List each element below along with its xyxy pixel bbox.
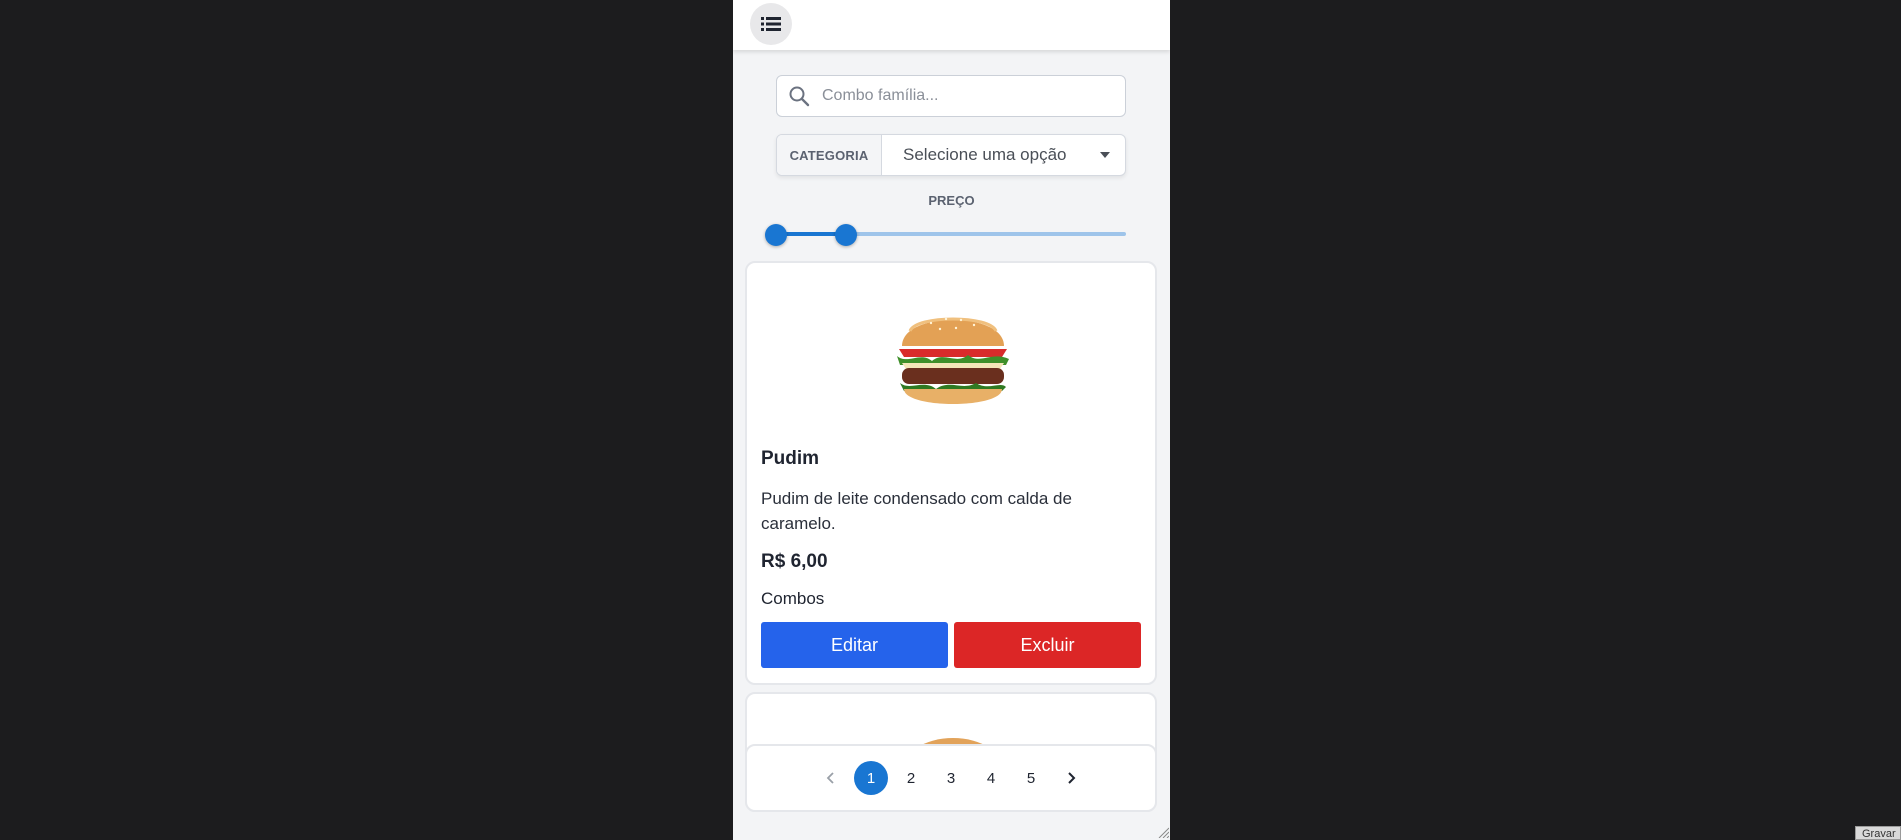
search-box	[776, 75, 1126, 117]
chevron-right-icon	[1068, 772, 1076, 784]
product-price: R$ 6,00	[761, 551, 828, 572]
page-button-3[interactable]: 3	[934, 761, 968, 795]
category-label: CATEGORIA	[777, 135, 882, 175]
caret-down-icon	[1100, 152, 1110, 158]
delete-button[interactable]: Excluir	[954, 622, 1141, 668]
slider-thumb-min[interactable]	[765, 224, 787, 246]
page-button-5[interactable]: 5	[1014, 761, 1048, 795]
price-slider[interactable]	[765, 224, 1126, 246]
app-viewport: CATEGORIA Selecione uma opção PREÇO	[733, 0, 1170, 840]
category-selected-value: Selecione uma opção	[903, 145, 1067, 164]
category-filter: CATEGORIA Selecione uma opção	[776, 134, 1126, 176]
product-image	[897, 317, 1009, 404]
product-name: Pudim	[761, 448, 820, 469]
chevron-left-icon	[826, 772, 834, 784]
page-button-1[interactable]: 1	[854, 761, 888, 795]
search-input[interactable]	[820, 86, 1125, 106]
search-icon	[788, 85, 810, 107]
product-description: Pudim de leite condensado com calda de c…	[761, 489, 1072, 533]
pagination: 1 2 3 4 5	[745, 744, 1157, 812]
page-button-2[interactable]: 2	[894, 761, 928, 795]
top-bar	[733, 0, 1170, 50]
product-category: Combos	[761, 589, 825, 608]
slider-thumb-max[interactable]	[835, 224, 857, 246]
list-icon	[761, 17, 781, 31]
next-page-button[interactable]	[1054, 761, 1088, 795]
page-button-4[interactable]: 4	[974, 761, 1008, 795]
resize-handle-icon[interactable]	[1157, 826, 1169, 838]
prev-page-button[interactable]	[814, 761, 848, 795]
category-select[interactable]: Selecione uma opção	[882, 135, 1125, 175]
edit-button[interactable]: Editar	[761, 622, 948, 668]
menu-button[interactable]	[750, 3, 792, 45]
record-button[interactable]: Gravar	[1855, 826, 1901, 840]
price-label: PREÇO	[928, 193, 975, 208]
product-card: Pudim Pudim de leite condensado com cald…	[745, 261, 1157, 685]
